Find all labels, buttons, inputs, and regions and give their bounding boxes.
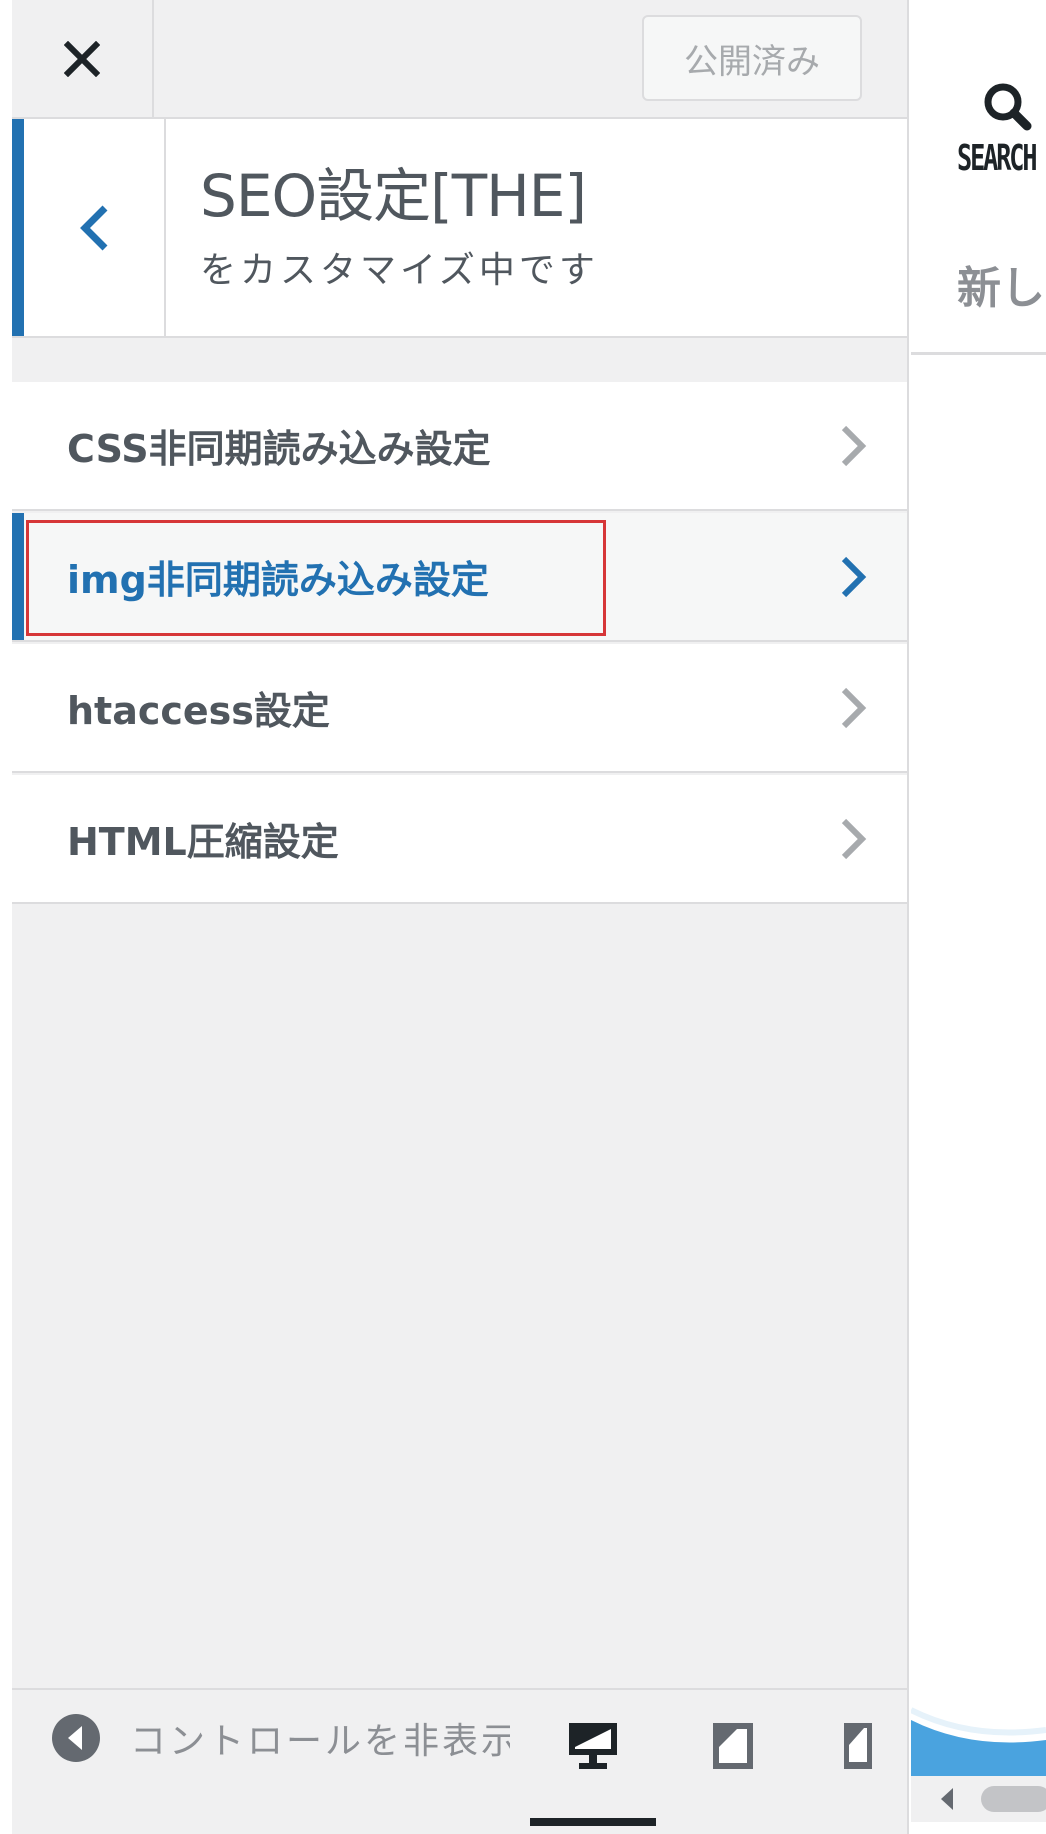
menu-item-img-async[interactable]: img非同期読み込み設定	[12, 513, 907, 642]
active-device-indicator	[530, 1818, 656, 1826]
menu-item-label: HTML圧縮設定	[67, 820, 339, 864]
collapse-controls-label: コントロールを非表示	[130, 1721, 510, 1762]
chevron-right-icon	[841, 556, 867, 597]
close-icon	[64, 40, 100, 77]
section-accent-bar	[12, 119, 24, 336]
chevron-left-icon	[80, 205, 108, 250]
preview-heading: 新し	[957, 263, 1045, 314]
section-header: SEO設定[THE] をカスタマイズ中です	[12, 119, 907, 338]
desktop-icon	[569, 1723, 617, 1769]
back-button[interactable]	[24, 119, 166, 336]
publish-button[interactable]: 公開済み	[642, 15, 862, 101]
site-preview: SEARCH 新し	[911, 0, 1046, 1834]
search-label: SEARCH	[957, 138, 1038, 179]
device-mobile-button[interactable]	[830, 1718, 886, 1774]
customizer-panel: 公開済み SEO設定[THE] をカスタマイズ中です CSS非同期読み込み設定 …	[12, 0, 909, 1834]
scrollbar-thumb[interactable]	[981, 1786, 1046, 1812]
collapse-arrow-icon	[52, 1714, 100, 1762]
section-subtitle: をカスタマイズ中です	[200, 250, 599, 291]
menu-item-label: img非同期読み込み設定	[67, 558, 489, 602]
menu-item-html-minify[interactable]: HTML圧縮設定	[12, 775, 907, 904]
tablet-icon	[713, 1723, 753, 1769]
mobile-icon	[844, 1723, 872, 1769]
device-desktop-button[interactable]	[565, 1718, 621, 1774]
chevron-right-icon	[841, 818, 867, 859]
preview-divider	[911, 352, 1046, 355]
menu-item-label: htaccess設定	[67, 689, 330, 733]
section-title: SEO設定[THE]	[200, 162, 587, 230]
search-icon[interactable]	[981, 80, 1033, 132]
close-button[interactable]	[12, 0, 154, 117]
menu-item-css-async[interactable]: CSS非同期読み込み設定	[12, 382, 907, 511]
chevron-right-icon	[841, 687, 867, 728]
customizer-header: 公開済み	[12, 0, 907, 119]
active-accent-bar	[12, 513, 24, 640]
preview-wave-graphic	[911, 1707, 1046, 1780]
device-tablet-button[interactable]	[705, 1718, 761, 1774]
preview-horizontal-scrollbar[interactable]	[911, 1776, 1046, 1822]
customizer-footer: コントロールを非表示	[12, 1688, 907, 1834]
scroll-left-arrow-icon[interactable]	[933, 1776, 963, 1822]
section-menu: CSS非同期読み込み設定 img非同期読み込み設定 htaccess設定 HTM…	[12, 382, 907, 904]
collapse-controls-button[interactable]: コントロールを非表示	[50, 1712, 510, 1764]
menu-item-label: CSS非同期読み込み設定	[67, 427, 491, 471]
chevron-right-icon	[841, 425, 867, 466]
menu-item-htaccess[interactable]: htaccess設定	[12, 644, 907, 773]
